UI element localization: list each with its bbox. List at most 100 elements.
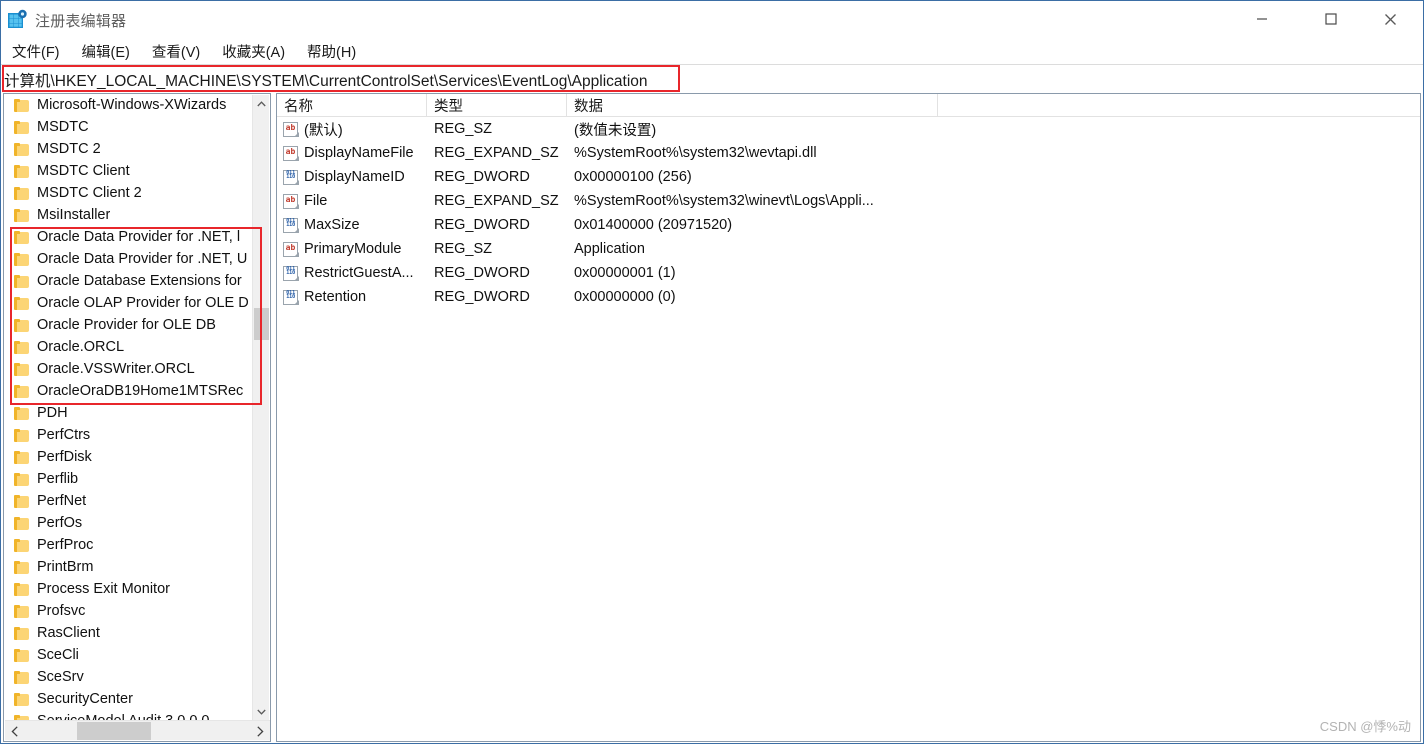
tree-horizontal-scrollbar[interactable] bbox=[5, 720, 270, 740]
tree-item[interactable]: MSDTC 2 bbox=[4, 138, 253, 160]
value-row[interactable]: ab File REG_EXPAND_SZ %SystemRoot%\system32… bbox=[277, 189, 1420, 213]
tree-item[interactable]: Oracle Database Extensions for bbox=[4, 270, 253, 292]
tree-scroll-right-icon[interactable] bbox=[250, 721, 270, 741]
registry-editor-icon bbox=[6, 9, 28, 31]
value-name: PrimaryModule bbox=[304, 241, 402, 257]
menu-item-file[interactable]: 文件(F) bbox=[10, 40, 62, 63]
tree-scroll-left-icon[interactable] bbox=[5, 721, 25, 741]
chevron-down-icon bbox=[257, 709, 266, 715]
registry-editor-icon-svg bbox=[8, 9, 27, 28]
tree-item-label: PerfProc bbox=[37, 537, 94, 553]
value-data: %SystemRoot%\system32\winevt\Logs\Appli.… bbox=[574, 193, 874, 209]
close-button[interactable] bbox=[1367, 1, 1413, 37]
tree-item[interactable]: Oracle Data Provider for .NET, l bbox=[4, 226, 253, 248]
tree-item[interactable]: MSDTC Client bbox=[4, 160, 253, 182]
column-header-type[interactable]: 类型 bbox=[427, 94, 567, 117]
column-header-data[interactable]: 数据 bbox=[567, 94, 938, 117]
tree-item-label: OracleOraDB19Home1MTSRec bbox=[37, 383, 244, 399]
tree-item[interactable]: MsiInstaller bbox=[4, 204, 253, 226]
tree-item[interactable]: Oracle OLAP Provider for OLE D bbox=[4, 292, 253, 314]
folder-icon bbox=[14, 208, 29, 222]
tree-item-label: Oracle Data Provider for .NET, U bbox=[37, 251, 248, 267]
tree-item[interactable]: Oracle Data Provider for .NET, U bbox=[4, 248, 253, 270]
value-row[interactable]: 011 110 MaxSize REG_DWORD 0x01400000 (209715… bbox=[277, 213, 1420, 237]
tree-item-label: Process Exit Monitor bbox=[37, 581, 170, 597]
address-bar-container: 计算机\HKEY_LOCAL_MACHINE\SYSTEM\CurrentCon… bbox=[1, 64, 1423, 93]
value-name: MaxSize bbox=[304, 217, 360, 233]
tree-item[interactable]: SceSrv bbox=[4, 666, 253, 688]
value-row[interactable]: 011 110 DisplayNameID REG_DWORD 0x00000100 (… bbox=[277, 165, 1420, 189]
tree-scroll-up-icon[interactable] bbox=[253, 95, 270, 112]
tree-item[interactable]: Perflib bbox=[4, 468, 253, 490]
value-row[interactable]: ab DisplayNameFile REG_EXPAND_SZ %SystemRoo… bbox=[277, 141, 1420, 165]
minimize-icon bbox=[1257, 18, 1267, 20]
column-header-filler bbox=[938, 94, 1420, 117]
value-row[interactable]: ab PrimaryModule REG_SZ Application bbox=[277, 237, 1420, 261]
title-bar: 注册表编辑器 bbox=[1, 1, 1423, 39]
column-header-name[interactable]: 名称 bbox=[277, 94, 427, 117]
tree-item[interactable]: PDH bbox=[4, 402, 253, 424]
value-name: File bbox=[304, 193, 328, 209]
tree-item[interactable]: Profsvc bbox=[4, 600, 253, 622]
minimize-button[interactable] bbox=[1239, 1, 1285, 37]
tree-item[interactable]: RasClient bbox=[4, 622, 253, 644]
value-data: (数值未设置) bbox=[574, 122, 657, 139]
folder-icon bbox=[14, 296, 29, 310]
address-input[interactable]: 计算机\HKEY_LOCAL_MACHINE\SYSTEM\CurrentCon… bbox=[1, 66, 1422, 93]
folder-icon bbox=[14, 692, 29, 706]
value-row[interactable]: 011 110 RestrictGuestA... REG_DWORD 0x000000… bbox=[277, 261, 1420, 285]
tree-scroll-down-icon[interactable] bbox=[253, 703, 270, 720]
menu-item-help[interactable]: 帮助(H) bbox=[305, 40, 358, 63]
folder-icon bbox=[14, 648, 29, 662]
dword-value-icon: 011 110 bbox=[283, 169, 299, 185]
value-name: Retention bbox=[304, 289, 367, 305]
tree-item[interactable]: Oracle.VSSWriter.ORCL bbox=[4, 358, 253, 380]
tree-item-label: SecurityCenter bbox=[37, 691, 133, 707]
tree-item[interactable]: MSDTC bbox=[4, 116, 253, 138]
tree-item[interactable]: Microsoft-Windows-XWizards bbox=[4, 94, 253, 116]
tree-item[interactable]: Oracle Provider for OLE DB bbox=[4, 314, 253, 336]
value-row[interactable]: 011 110 Retention REG_DWORD 0x00000000 (0) bbox=[277, 285, 1420, 309]
value-data: Application bbox=[574, 241, 645, 257]
tree-item[interactable]: PerfNet bbox=[4, 490, 253, 512]
registry-values-list[interactable]: ab (默认) REG_SZ (数值未设置) ab DisplayNameFile REG_… bbox=[277, 117, 1420, 309]
tree-item[interactable]: SecurityCenter bbox=[4, 688, 253, 710]
tree-vertical-scrollbar[interactable] bbox=[252, 95, 269, 720]
tree-item-label: MSDTC bbox=[37, 119, 89, 135]
maximize-button[interactable] bbox=[1308, 1, 1354, 37]
tree-vertical-scrollbar-thumb[interactable] bbox=[254, 308, 269, 340]
folder-icon bbox=[14, 406, 29, 420]
value-row[interactable]: ab (默认) REG_SZ (数值未设置) bbox=[277, 117, 1420, 141]
tree-item[interactable]: PrintBrm bbox=[4, 556, 253, 578]
tree-item[interactable]: Process Exit Monitor bbox=[4, 578, 253, 600]
tree-item[interactable]: MSDTC Client 2 bbox=[4, 182, 253, 204]
tree-horizontal-scrollbar-thumb[interactable] bbox=[77, 722, 151, 740]
menu-item-view[interactable]: 查看(V) bbox=[150, 40, 202, 63]
tree-item-label: SceSrv bbox=[37, 669, 84, 685]
tree-item[interactable]: Oracle.ORCL bbox=[4, 336, 253, 358]
value-data: 0x01400000 (20971520) bbox=[574, 217, 733, 233]
folder-icon bbox=[14, 120, 29, 134]
tree-item[interactable]: PerfProc bbox=[4, 534, 253, 556]
tree-item[interactable]: PerfDisk bbox=[4, 446, 253, 468]
folder-icon bbox=[14, 362, 29, 376]
tree-item-label: Oracle.VSSWriter.ORCL bbox=[37, 361, 195, 377]
tree-item-label: PDH bbox=[37, 405, 68, 421]
value-name: DisplayNameID bbox=[304, 169, 405, 185]
tree-item[interactable]: PerfCtrs bbox=[4, 424, 253, 446]
folder-icon bbox=[14, 472, 29, 486]
menu-item-edit[interactable]: 编辑(E) bbox=[80, 40, 132, 63]
chevron-right-icon bbox=[257, 725, 264, 737]
menu-item-favorites[interactable]: 收藏夹(A) bbox=[220, 40, 287, 63]
folder-icon bbox=[14, 252, 29, 266]
tree-item[interactable]: OracleOraDB19Home1MTSRec bbox=[4, 380, 253, 402]
main-content: Microsoft-Windows-XWizards MSDTC MSDTC 2 MS… bbox=[1, 93, 1423, 743]
close-icon bbox=[1384, 13, 1396, 25]
registry-key-tree[interactable]: Microsoft-Windows-XWizards MSDTC MSDTC 2 MS… bbox=[4, 94, 253, 721]
value-data: %SystemRoot%\system32\wevtapi.dll bbox=[574, 145, 817, 161]
tree-item[interactable]: PerfOs bbox=[4, 512, 253, 534]
tree-item[interactable]: SceCli bbox=[4, 644, 253, 666]
value-type: REG_SZ bbox=[434, 121, 493, 137]
folder-icon bbox=[14, 538, 29, 552]
folder-icon bbox=[14, 384, 29, 398]
